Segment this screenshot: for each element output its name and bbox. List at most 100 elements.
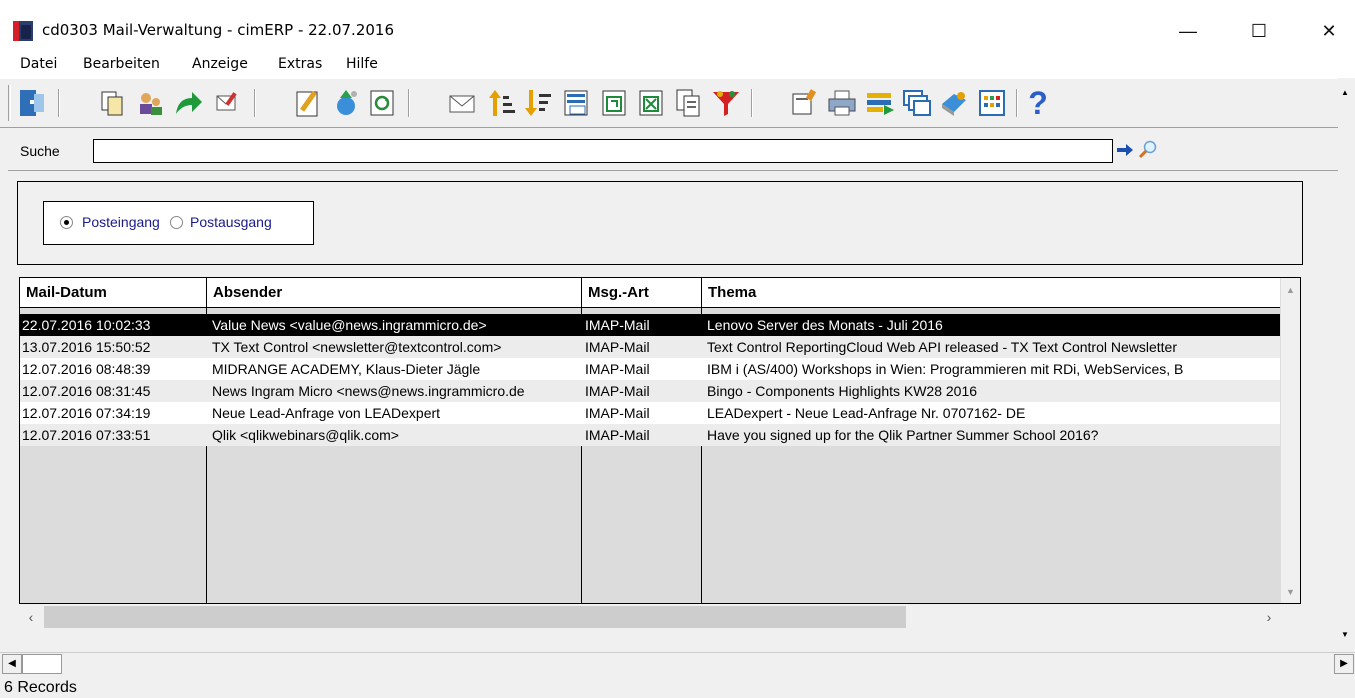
pencil-icon[interactable] (292, 86, 324, 120)
window-scroll-right-icon[interactable]: ▶ (1334, 654, 1354, 674)
scroll-up-icon[interactable]: ▲ (1281, 280, 1300, 300)
toolbar-separator (58, 89, 60, 117)
filter-icon[interactable] (710, 86, 742, 120)
table-vertical-scrollbar[interactable]: ▲ ▼ (1280, 278, 1300, 603)
toolbar: ? (0, 78, 1340, 128)
table-row[interactable]: 12.07.2016 07:34:19 Neue Lead-Anfrage vo… (20, 402, 1280, 424)
application-window: cd0303 Mail-Verwaltung - cimERP - 22.07.… (0, 0, 1355, 698)
book-icon[interactable] (938, 86, 970, 120)
scroll-left-icon[interactable]: ‹ (21, 607, 41, 627)
cell-date: 12.07.2016 08:48:39 (22, 361, 151, 377)
cell-sender: News Ingram Micro <news@news.ingrammicro… (212, 383, 525, 399)
sort-ascending-icon[interactable] (486, 86, 518, 120)
menu-anzeige[interactable]: Anzeige (192, 56, 248, 72)
horizontal-scroll-thumb[interactable] (44, 606, 906, 628)
window-scroll-thumb[interactable] (22, 654, 62, 674)
users-icon[interactable] (135, 86, 167, 120)
menu-bearbeiten[interactable]: Bearbeiten (83, 56, 160, 72)
window-scroll-up-icon[interactable]: ▲ (1341, 88, 1349, 97)
cell-date: 12.07.2016 08:31:45 (22, 383, 151, 399)
menu-hilfe[interactable]: Hilfe (346, 56, 378, 72)
menu-datei[interactable]: Datei (20, 56, 57, 72)
search-label: Suche (20, 143, 60, 159)
window-scroll-left-icon[interactable]: ◀ (2, 654, 22, 674)
window-title: cd0303 Mail-Verwaltung - cimERP - 22.07.… (42, 21, 395, 39)
sort-descending-icon[interactable] (522, 86, 554, 120)
title-bar: cd0303 Mail-Verwaltung - cimERP - 22.07.… (0, 0, 1355, 52)
search-input[interactable] (93, 139, 1113, 163)
cell-subject: IBM i (AS/400) Workshops in Wien: Progra… (707, 361, 1184, 377)
calculator-icon[interactable] (560, 86, 592, 120)
scroll-right-icon[interactable]: › (1259, 607, 1279, 627)
toolbar-separator (408, 89, 410, 117)
cell-type: IMAP-Mail (585, 427, 650, 443)
status-bar: 6 Records (0, 676, 1355, 698)
settings-icon[interactable] (788, 86, 820, 120)
table-horizontal-scrollbar[interactable]: ‹ › (19, 604, 1301, 630)
refresh-wizard-icon[interactable] (330, 86, 362, 120)
printer-icon[interactable] (826, 86, 858, 120)
arrow-right-icon[interactable] (1116, 141, 1134, 159)
cell-sender: Value News <value@news.ingrammicro.de> (212, 317, 487, 333)
menu-bar: Datei Bearbeiten Anzeige Extras Hilfe (0, 52, 1355, 78)
radio-postausgang-label[interactable]: Postausgang (190, 214, 272, 230)
copy-icon[interactable] (96, 86, 128, 120)
scroll-down-icon[interactable]: ▼ (1281, 582, 1300, 602)
toolbar-separator (1016, 89, 1018, 117)
column-header-thema[interactable]: Thema (702, 278, 1281, 308)
minimize-button[interactable]: — (1165, 14, 1211, 48)
cell-sender: Qlik <qlikwebinars@qlik.com> (212, 427, 399, 443)
export-icon[interactable] (598, 86, 630, 120)
envelope-icon[interactable] (446, 86, 478, 120)
cell-subject: LEADexpert - Neue Lead-Anfrage Nr. 07071… (707, 405, 1026, 421)
cell-sender: MIDRANGE ACADEMY, Klaus-Dieter Jägle (212, 361, 481, 377)
filter-frame: Posteingang Postausgang (17, 181, 1303, 265)
transfer-icon[interactable] (864, 86, 896, 120)
radio-postausgang[interactable] (170, 216, 183, 229)
toolbar-separator (751, 89, 753, 117)
app-logo-icon (13, 21, 33, 41)
window-scroll-down-icon[interactable]: ▼ (1341, 630, 1349, 639)
cell-date: 13.07.2016 15:50:52 (22, 339, 151, 355)
record-count: 6 Records (4, 679, 77, 696)
table-row[interactable]: 13.07.2016 15:50:52 TX Text Control <new… (20, 336, 1280, 358)
mailbox-radio-group: Posteingang Postausgang (43, 201, 314, 245)
cell-type: IMAP-Mail (585, 361, 650, 377)
edit-mail-icon[interactable] (211, 86, 243, 120)
window-vertical-scrollbar[interactable]: ▲ ▼ (1338, 78, 1355, 644)
column-header-mail-datum[interactable]: Mail-Datum (20, 278, 207, 308)
column-header-msg-art[interactable]: Msg.-Art (582, 278, 702, 308)
maximize-button[interactable]: ☐ (1236, 14, 1282, 48)
table-row[interactable]: 22.07.2016 10:02:33 Value News <value@ne… (20, 314, 1280, 336)
cell-date: 22.07.2016 10:02:33 (22, 317, 151, 333)
documents-icon[interactable] (672, 86, 704, 120)
cell-date: 12.07.2016 07:33:51 (22, 427, 151, 443)
toolbar-grip[interactable] (8, 85, 11, 121)
cell-type: IMAP-Mail (585, 405, 650, 421)
exit-icon[interactable] (16, 86, 48, 120)
reload-icon[interactable] (366, 86, 398, 120)
table-row[interactable]: 12.07.2016 08:48:39 MIDRANGE ACADEMY, Kl… (20, 358, 1280, 380)
table-row[interactable]: 12.07.2016 08:31:45 News Ingram Micro <n… (20, 380, 1280, 402)
window-horizontal-scrollbar[interactable]: ◀ ▶ (0, 652, 1355, 674)
excel-icon[interactable] (635, 86, 667, 120)
menu-extras[interactable]: Extras (278, 56, 322, 72)
calendar-icon[interactable] (976, 86, 1008, 120)
cell-type: IMAP-Mail (585, 383, 650, 399)
cell-subject: Bingo - Components Highlights KW28 2016 (707, 383, 978, 399)
help-icon[interactable]: ? (1022, 86, 1054, 120)
forward-icon[interactable] (172, 86, 204, 120)
cell-sender: TX Text Control <newsletter@textcontrol.… (212, 339, 502, 355)
cell-subject: Have you signed up for the Qlik Partner … (707, 427, 1099, 443)
magnifier-icon[interactable] (1138, 139, 1158, 159)
mail-table: Mail-Datum Absender Msg.-Art Thema 22.07… (19, 277, 1301, 604)
close-button[interactable]: ✕ (1306, 14, 1352, 48)
column-header-absender[interactable]: Absender (207, 278, 582, 308)
table-row[interactable]: 12.07.2016 07:33:51 Qlik <qlikwebinars@q… (20, 424, 1280, 446)
cell-subject: Lenovo Server des Monats - Juli 2016 (707, 317, 943, 333)
radio-posteingang-label[interactable]: Posteingang (82, 214, 160, 230)
cell-subject: Text Control ReportingCloud Web API rele… (707, 339, 1177, 355)
windows-icon[interactable] (901, 86, 933, 120)
radio-posteingang[interactable] (60, 216, 73, 229)
toolbar-separator (254, 89, 256, 117)
